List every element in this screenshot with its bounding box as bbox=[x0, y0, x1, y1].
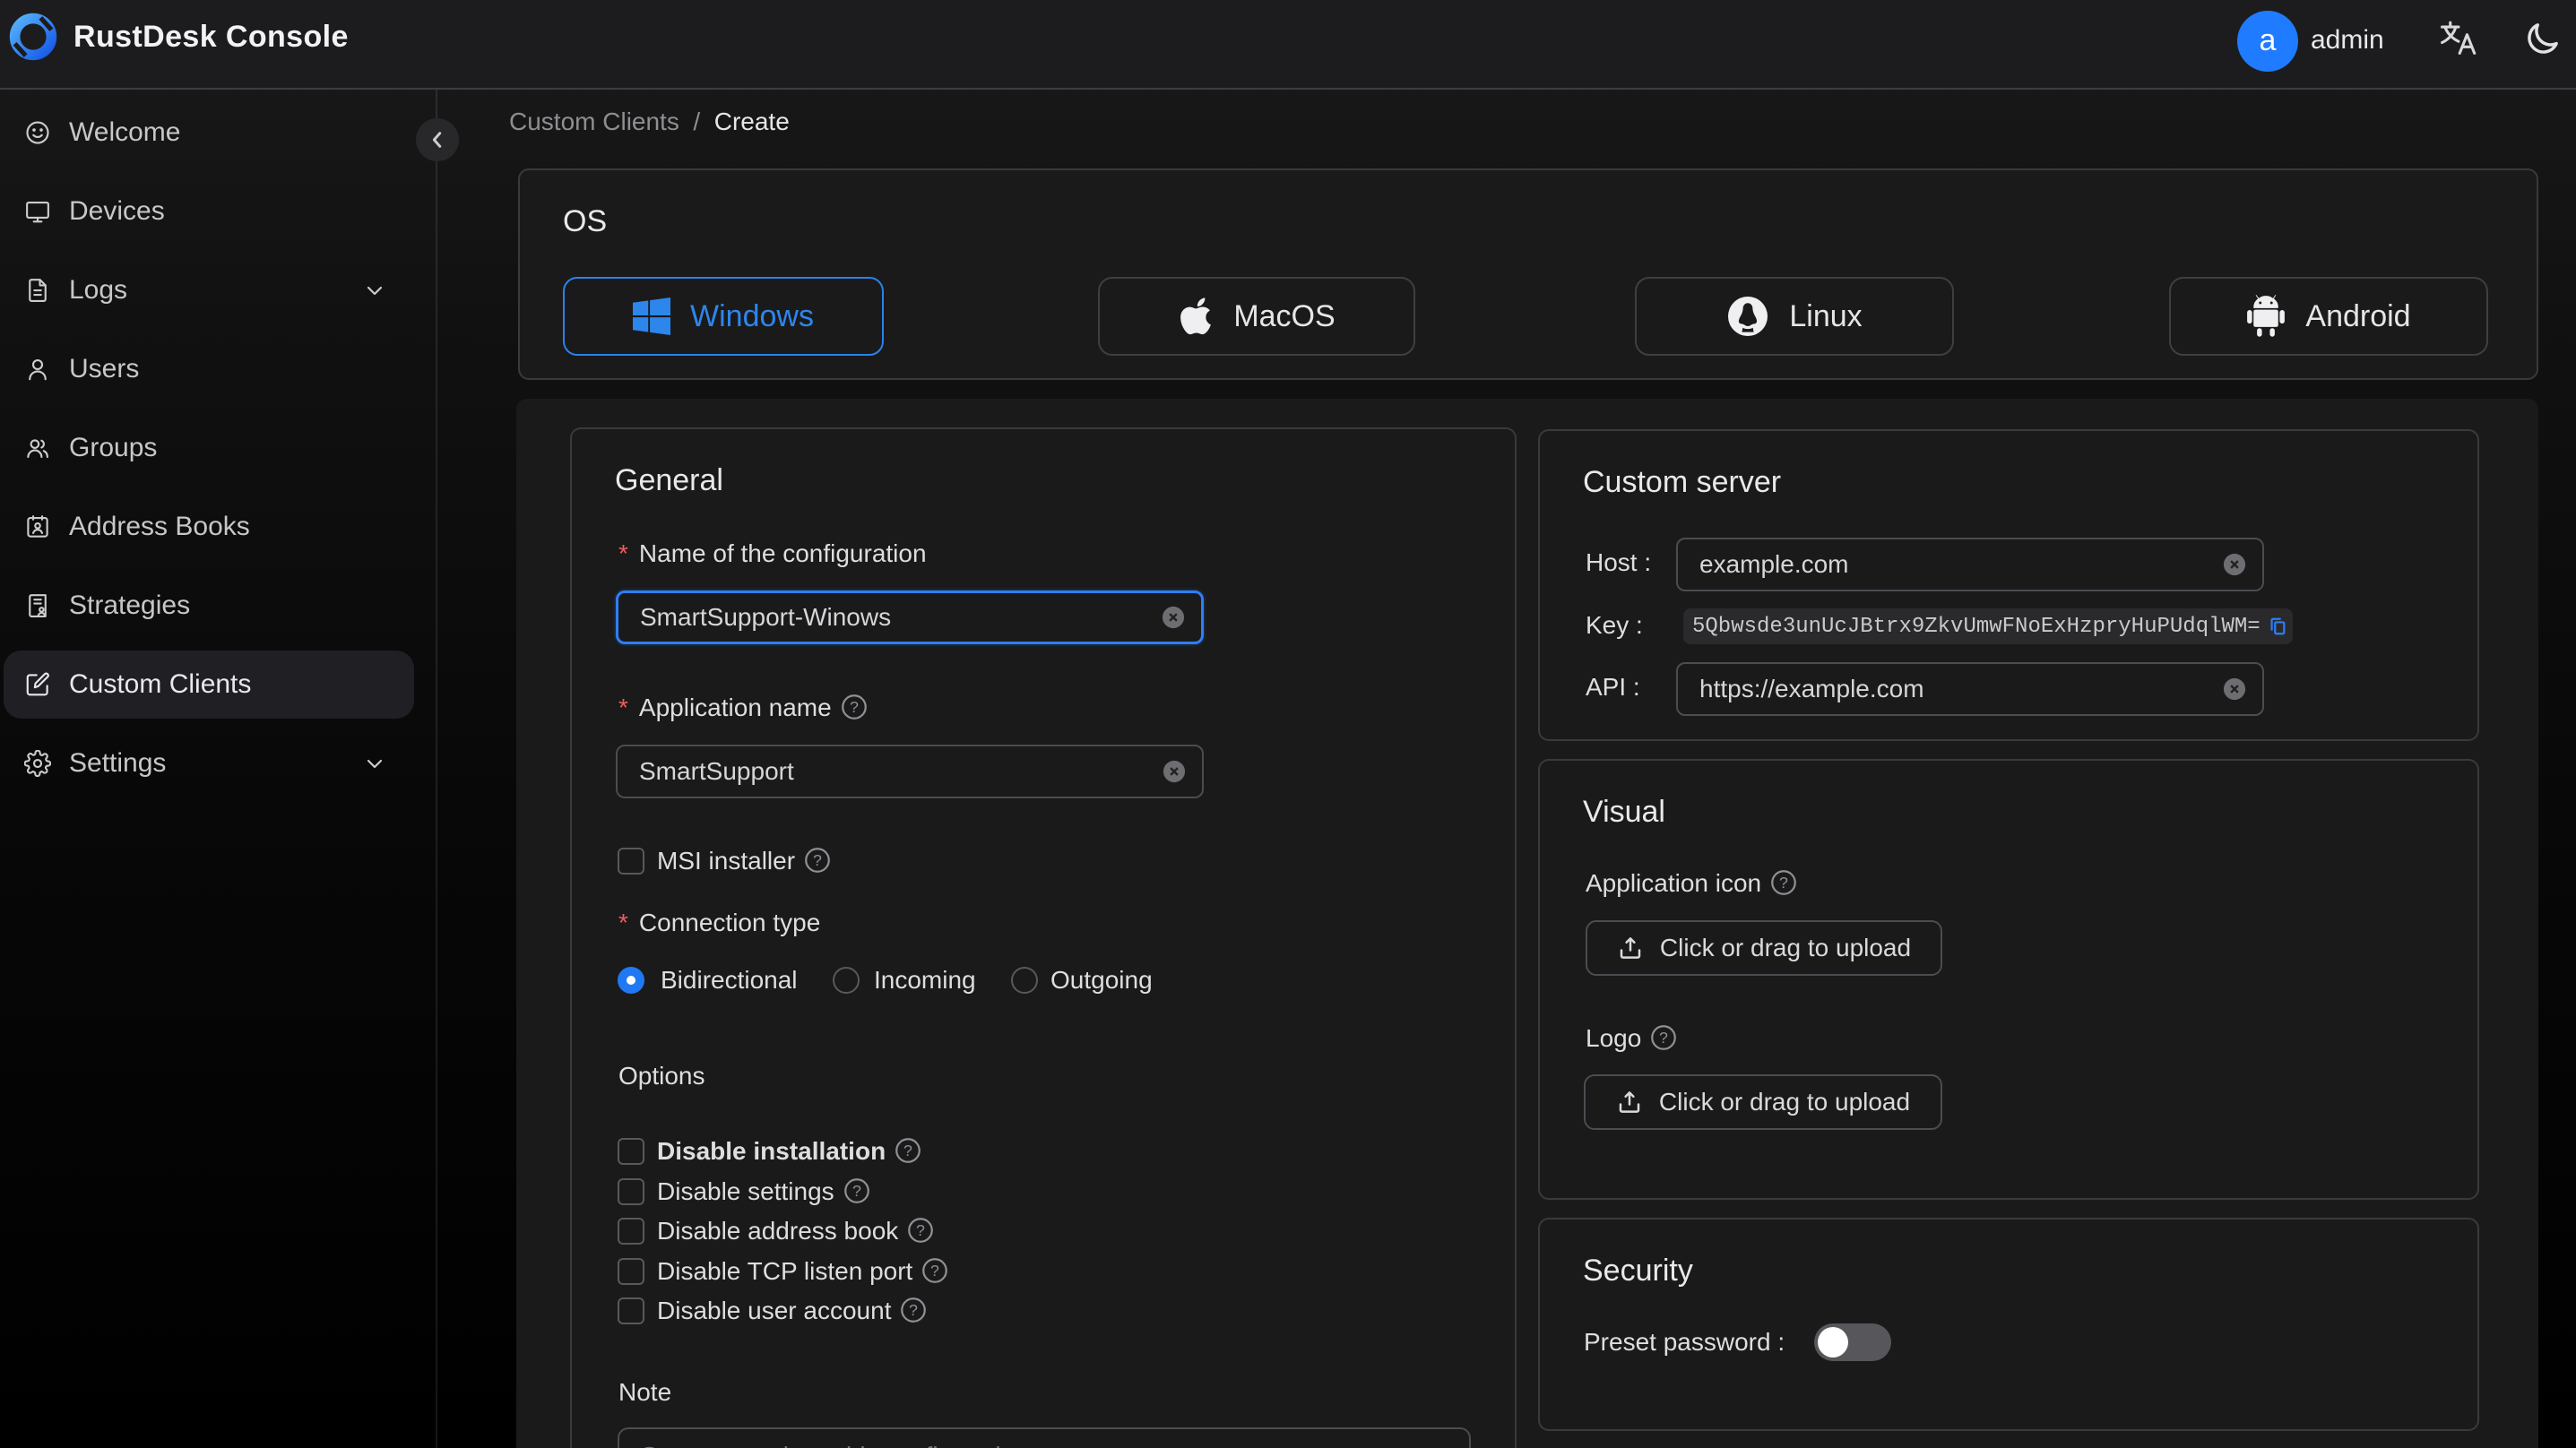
svg-text:?: ? bbox=[916, 1221, 925, 1239]
svg-text:?: ? bbox=[813, 851, 822, 869]
svg-text:?: ? bbox=[930, 1262, 939, 1280]
svg-text:?: ? bbox=[903, 1142, 912, 1159]
svg-text:?: ? bbox=[1659, 1029, 1668, 1047]
svg-text:?: ? bbox=[910, 1301, 919, 1319]
svg-text:?: ? bbox=[852, 1182, 861, 1200]
svg-text:?: ? bbox=[850, 698, 859, 716]
svg-text:?: ? bbox=[1779, 874, 1788, 892]
